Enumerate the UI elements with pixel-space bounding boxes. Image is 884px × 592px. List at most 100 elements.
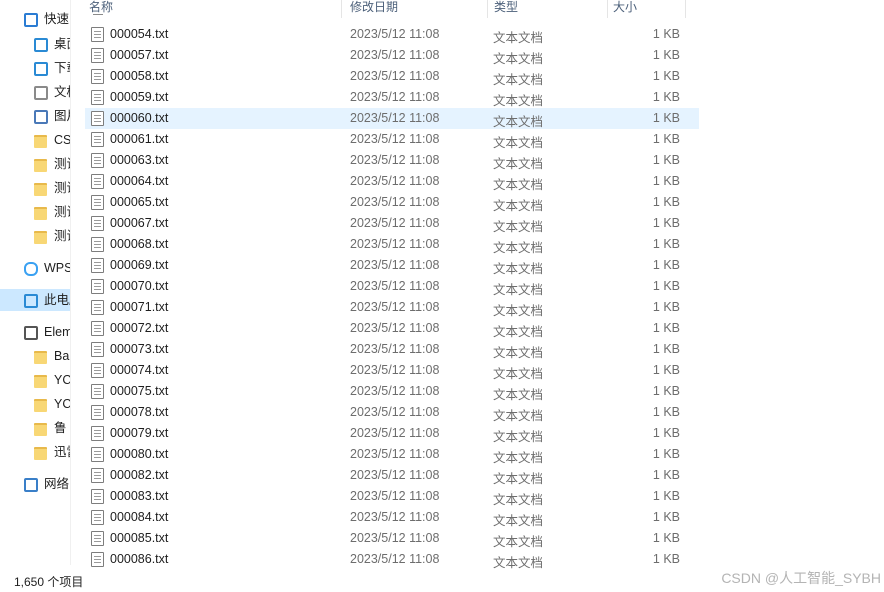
- file-size: 1 KB: [652, 447, 680, 461]
- folder-icon: [34, 399, 47, 412]
- nav-item[interactable]: 此电脑: [0, 289, 70, 311]
- file-type: 文本文档: [493, 31, 544, 45]
- column-separator[interactable]: [685, 0, 686, 18]
- column-separator[interactable]: [607, 0, 608, 18]
- file-row[interactable]: 000067.txt 2023/5/12 11:08 文本文档 1 KB: [85, 213, 699, 234]
- file-row[interactable]: 000085.txt 2023/5/12 11:08 文本文档 1 KB: [85, 528, 699, 549]
- file-size: 1 KB: [652, 174, 680, 188]
- text-file-icon: [91, 153, 104, 168]
- nav-item[interactable]: WPS: [0, 257, 70, 279]
- nav-item[interactable]: 迅雷: [0, 441, 70, 463]
- file-row[interactable]: 000080.txt 2023/5/12 11:08 文本文档 1 KB: [85, 444, 699, 465]
- file-type: 文本文档: [493, 283, 544, 297]
- file-row[interactable]: 000074.txt 2023/5/12 11:08 文本文档 1 KB: [85, 360, 699, 381]
- file-row[interactable]: 000083.txt 2023/5/12 11:08 文本文档 1 KB: [85, 486, 699, 507]
- cloud-icon: [24, 262, 38, 276]
- file-name: 000054.txt: [110, 27, 169, 41]
- file-row[interactable]: 000086.txt 2023/5/12 11:08 文本文档 1 KB: [85, 549, 699, 570]
- nav-item[interactable]: 桌面: [0, 33, 70, 55]
- file-row[interactable]: 000078.txt 2023/5/12 11:08 文本文档 1 KB: [85, 402, 699, 423]
- file-row[interactable]: 000072.txt 2023/5/12 11:08 文本文档 1 KB: [85, 318, 699, 339]
- column-header-type[interactable]: 类型: [494, 0, 518, 18]
- file-row[interactable]: 000070.txt 2023/5/12 11:08 文本文档 1 KB: [85, 276, 699, 297]
- file-row[interactable]: 000084.txt 2023/5/12 11:08 文本文档 1 KB: [85, 507, 699, 528]
- file-row[interactable]: 000075.txt 2023/5/12 11:08 文本文档 1 KB: [85, 381, 699, 402]
- text-file-icon: [91, 195, 104, 210]
- text-file-icon: [91, 132, 104, 147]
- nav-item[interactable]: 快速: [0, 8, 70, 30]
- nav-item[interactable]: 测试: [0, 201, 70, 223]
- nav-item[interactable]: 测试: [0, 225, 70, 247]
- nav-item[interactable]: Ba: [0, 345, 70, 367]
- nav-item-label: YC: [54, 373, 70, 387]
- file-modified-date: 2023/5/12 11:08: [350, 216, 440, 230]
- file-row[interactable]: 000082.txt 2023/5/12 11:08 文本文档 1 KB: [85, 465, 699, 486]
- file-modified-date: 2023/5/12 11:08: [350, 321, 440, 335]
- nav-item[interactable]: 鲁: [0, 417, 70, 439]
- file-row[interactable]: 000060.txt 2023/5/12 11:08 文本文档 1 KB: [85, 108, 699, 129]
- nav-item[interactable]: YC: [0, 393, 70, 415]
- file-row[interactable]: 000058.txt 2023/5/12 11:08 文本文档 1 KB: [85, 66, 699, 87]
- nav-item-label: 测试: [54, 205, 70, 219]
- nav-item-label: 文档: [54, 85, 70, 99]
- file-row[interactable]: 000065.txt 2023/5/12 11:08 文本文档 1 KB: [85, 192, 699, 213]
- file-row[interactable]: 000057.txt 2023/5/12 11:08 文本文档 1 KB: [85, 45, 699, 66]
- file-name: 000068.txt: [110, 237, 169, 251]
- navigation-pane: 快速桌面下载文档图片CS测试测试测试测试WPS此电脑ElemBaYCYC鲁迅雷网…: [0, 0, 70, 565]
- file-row[interactable]: 000069.txt 2023/5/12 11:08 文本文档 1 KB: [85, 255, 699, 276]
- nav-item[interactable]: CS: [0, 129, 70, 151]
- file-name: 000071.txt: [110, 300, 169, 314]
- file-row[interactable]: 000054.txt 2023/5/12 11:08 文本文档 1 KB: [85, 24, 699, 45]
- nav-item[interactable]: 下载: [0, 57, 70, 79]
- nav-item[interactable]: 测试: [0, 177, 70, 199]
- folder-icon: [34, 183, 47, 196]
- file-type: 文本文档: [493, 430, 544, 444]
- column-header-size[interactable]: 大小: [613, 0, 637, 18]
- nav-item[interactable]: 图片: [0, 105, 70, 127]
- file-row[interactable]: 000068.txt 2023/5/12 11:08 文本文档 1 KB: [85, 234, 699, 255]
- file-name: 000064.txt: [110, 174, 169, 188]
- file-row[interactable]: 000079.txt 2023/5/12 11:08 文本文档 1 KB: [85, 423, 699, 444]
- file-name: 000079.txt: [110, 426, 169, 440]
- file-row[interactable]: 000071.txt 2023/5/12 11:08 文本文档 1 KB: [85, 297, 699, 318]
- file-row[interactable]: 000073.txt 2023/5/12 11:08 文本文档 1 KB: [85, 339, 699, 360]
- file-type: 文本文档: [493, 535, 544, 549]
- file-modified-date: 2023/5/12 11:08: [350, 426, 440, 440]
- file-name: 000085.txt: [110, 531, 169, 545]
- file-type: 文本文档: [493, 73, 544, 87]
- text-file-icon: [91, 279, 104, 294]
- status-item-count: 1,650 个项目: [14, 575, 84, 589]
- file-modified-date: 2023/5/12 11:08: [350, 510, 440, 524]
- nav-item[interactable]: 文档: [0, 81, 70, 103]
- file-name: 000082.txt: [110, 468, 169, 482]
- nav-item-label: 鲁: [54, 421, 67, 435]
- text-file-icon: [91, 447, 104, 462]
- file-type: 文本文档: [493, 346, 544, 360]
- file-type: 文本文档: [493, 514, 544, 528]
- file-row[interactable]: 000059.txt 2023/5/12 11:08 文本文档 1 KB: [85, 87, 699, 108]
- file-row[interactable]: 000063.txt 2023/5/12 11:08 文本文档 1 KB: [85, 150, 699, 171]
- nav-item[interactable]: Elem: [0, 321, 70, 343]
- nav-item[interactable]: YC: [0, 369, 70, 391]
- file-modified-date: 2023/5/12 11:08: [350, 552, 440, 566]
- file-type: 文本文档: [493, 367, 544, 381]
- file-row[interactable]: 000061.txt 2023/5/12 11:08 文本文档 1 KB: [85, 129, 699, 150]
- nav-item[interactable]: 网络: [0, 473, 70, 495]
- file-type: 文本文档: [493, 136, 544, 150]
- text-file-icon: [91, 48, 104, 63]
- file-name: 000059.txt: [110, 90, 169, 104]
- file-modified-date: 2023/5/12 11:08: [350, 111, 440, 125]
- file-name: 000086.txt: [110, 552, 169, 566]
- column-separator[interactable]: [487, 0, 488, 18]
- file-name: 000065.txt: [110, 195, 169, 209]
- file-size: 1 KB: [652, 258, 680, 272]
- file-modified-date: 2023/5/12 11:08: [350, 342, 440, 356]
- pictures-icon: [34, 110, 48, 124]
- file-row[interactable]: 000064.txt 2023/5/12 11:08 文本文档 1 KB: [85, 171, 699, 192]
- column-separator[interactable]: [341, 0, 342, 18]
- file-size: 1 KB: [652, 510, 680, 524]
- file-size: 1 KB: [652, 384, 680, 398]
- nav-item[interactable]: 测试: [0, 153, 70, 175]
- nav-item-label: 测试: [54, 181, 70, 195]
- column-header-date[interactable]: 修改日期: [350, 0, 398, 18]
